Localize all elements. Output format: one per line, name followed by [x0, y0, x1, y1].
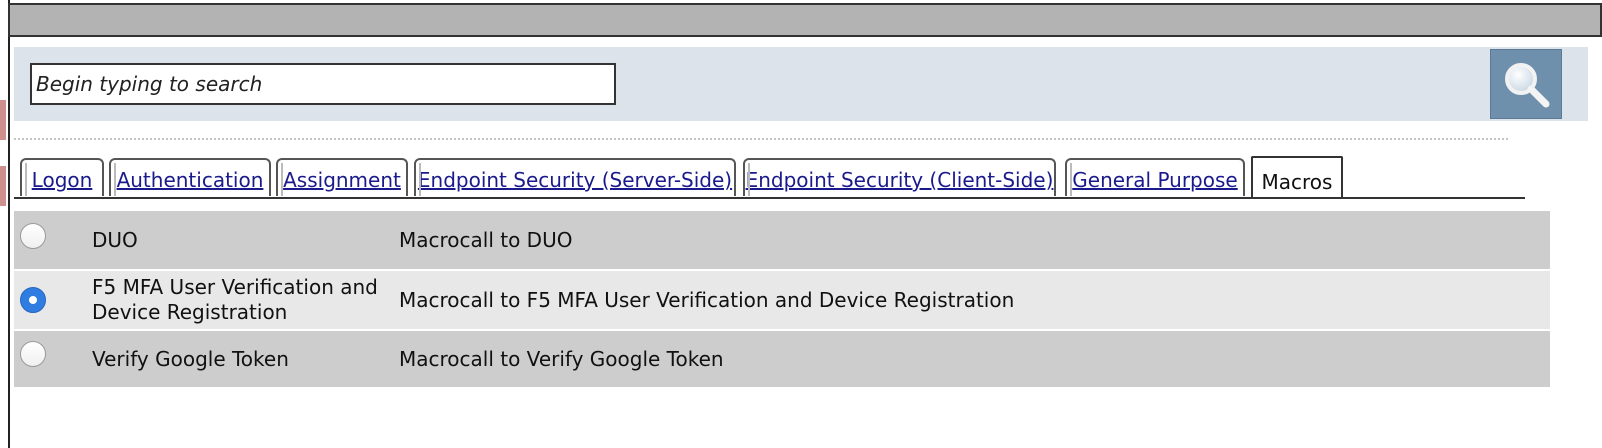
- tab-assignment[interactable]: Assignment: [276, 158, 408, 196]
- macro-row-duo[interactable]: DUO Macrocall to DUO: [14, 211, 1550, 269]
- macro-row-f5-mfa[interactable]: F5 MFA User Verification and Device Regi…: [14, 271, 1550, 329]
- tab-logon[interactable]: Logon: [20, 158, 104, 196]
- macro-name: Verify Google Token: [92, 347, 289, 371]
- radio-button[interactable]: [20, 223, 46, 249]
- search-input[interactable]: [30, 63, 616, 105]
- tab-authentication[interactable]: Authentication: [109, 158, 271, 196]
- macro-row-verify-google-token[interactable]: Verify Google Token Macrocall to Verify …: [14, 331, 1550, 387]
- search-panel: [14, 47, 1588, 121]
- tab-macros[interactable]: Macros: [1251, 156, 1343, 198]
- window-frame-border: [8, 0, 10, 448]
- left-edge-marker: [0, 100, 6, 140]
- magnifier-icon: [1505, 63, 1550, 108]
- macro-name: F5 MFA User Verification and Device Regi…: [92, 275, 378, 324]
- radio-button-selected[interactable]: [20, 287, 46, 313]
- tab-endpoint-security-client-side[interactable]: Endpoint Security (Client-Side): [743, 158, 1056, 196]
- macro-description: Macrocall to F5 MFA User Verification an…: [399, 288, 1015, 312]
- dialog-title-bar: [8, 3, 1602, 37]
- tab-bar-baseline: [14, 197, 1525, 199]
- tab-endpoint-security-server-side[interactable]: Endpoint Security (Server-Side): [414, 158, 736, 196]
- dotted-separator: [14, 138, 1508, 140]
- macro-description: Macrocall to DUO: [399, 228, 573, 252]
- left-edge-strip: [0, 0, 8, 448]
- left-edge-marker: [0, 166, 6, 206]
- tab-general-purpose[interactable]: General Purpose: [1065, 158, 1245, 196]
- search-button[interactable]: [1490, 49, 1562, 119]
- macro-description: Macrocall to Verify Google Token: [399, 347, 724, 371]
- macro-name: DUO: [92, 228, 138, 252]
- radio-button[interactable]: [20, 341, 46, 367]
